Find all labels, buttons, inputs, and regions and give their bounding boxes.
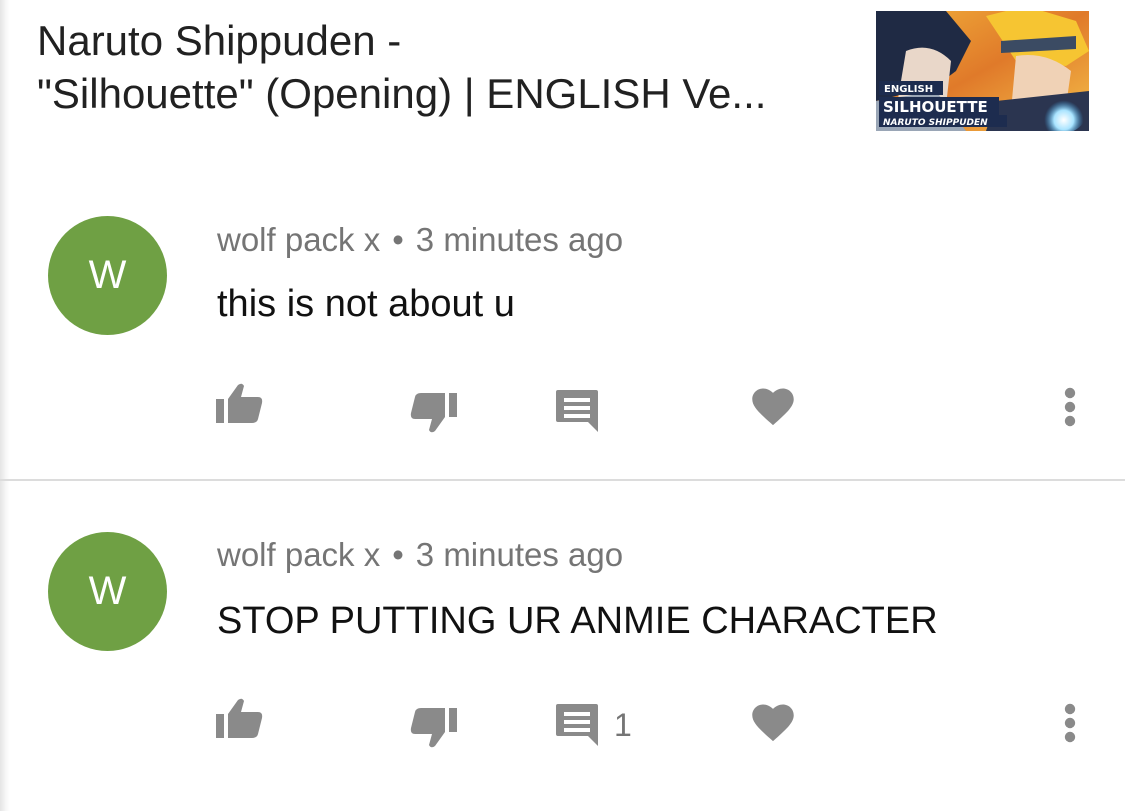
more-vert-icon xyxy=(1064,703,1076,743)
comment-meta: wolf pack x • 3 minutes ago xyxy=(217,536,623,574)
like-button[interactable] xyxy=(216,383,264,423)
comment-text: STOP PUTTING UR ANMIE CHARACTER xyxy=(217,600,938,642)
reply-button[interactable]: 1 xyxy=(556,704,632,746)
avatar-letter: W xyxy=(88,253,127,297)
more-options-button[interactable] xyxy=(1062,387,1078,427)
avatar[interactable]: W xyxy=(48,532,167,651)
thumb-up-icon xyxy=(216,383,263,423)
video-thumbnail[interactable]: ENGLISH SILHOUETTE NARUTO SHIPPUDEN xyxy=(876,11,1089,131)
comment-icon xyxy=(556,704,598,746)
meta-separator: • xyxy=(392,221,404,258)
comment-author[interactable]: wolf pack x xyxy=(217,536,380,573)
more-vert-icon xyxy=(1064,387,1076,427)
video-title-line-1: Naruto Shippuden - xyxy=(37,17,402,64)
heart-button[interactable] xyxy=(752,704,794,742)
video-title[interactable]: Naruto Shippuden - "Silhouette" (Opening… xyxy=(37,14,852,120)
comment-author[interactable]: wolf pack x xyxy=(217,221,380,258)
reply-count: 1 xyxy=(614,706,632,743)
avatar-letter: W xyxy=(88,569,127,613)
heart-icon xyxy=(752,388,794,426)
thumb-down-icon xyxy=(410,393,457,433)
comment-meta: wolf pack x • 3 minutes ago xyxy=(217,221,623,259)
thumbnail-text-english: ENGLISH xyxy=(884,84,933,95)
heart-icon xyxy=(752,704,794,742)
comment-divider xyxy=(0,479,1125,481)
heart-button[interactable] xyxy=(752,388,794,426)
avatar[interactable]: W xyxy=(48,216,167,335)
dislike-button[interactable] xyxy=(409,708,457,748)
dislike-button[interactable] xyxy=(409,393,457,433)
comment-icon xyxy=(556,390,598,432)
thumb-up-icon xyxy=(216,698,263,738)
comment-time: 3 minutes ago xyxy=(415,536,624,573)
meta-separator: • xyxy=(392,536,404,573)
thumb-down-icon xyxy=(410,708,457,748)
video-title-line-2: "Silhouette" (Opening) | ENGLISH Ve... xyxy=(37,70,767,117)
like-button[interactable] xyxy=(216,698,264,738)
comment-time: 3 minutes ago xyxy=(415,221,624,258)
comment-text: this is not about u xyxy=(217,283,515,325)
reply-button[interactable] xyxy=(556,390,614,432)
video-header[interactable]: Naruto Shippuden - "Silhouette" (Opening… xyxy=(0,0,1125,170)
more-options-button[interactable] xyxy=(1062,703,1078,743)
thumbnail-text-title: SILHOUETTE xyxy=(883,98,988,116)
thumbnail-text-series: NARUTO SHIPPUDEN xyxy=(883,118,988,128)
